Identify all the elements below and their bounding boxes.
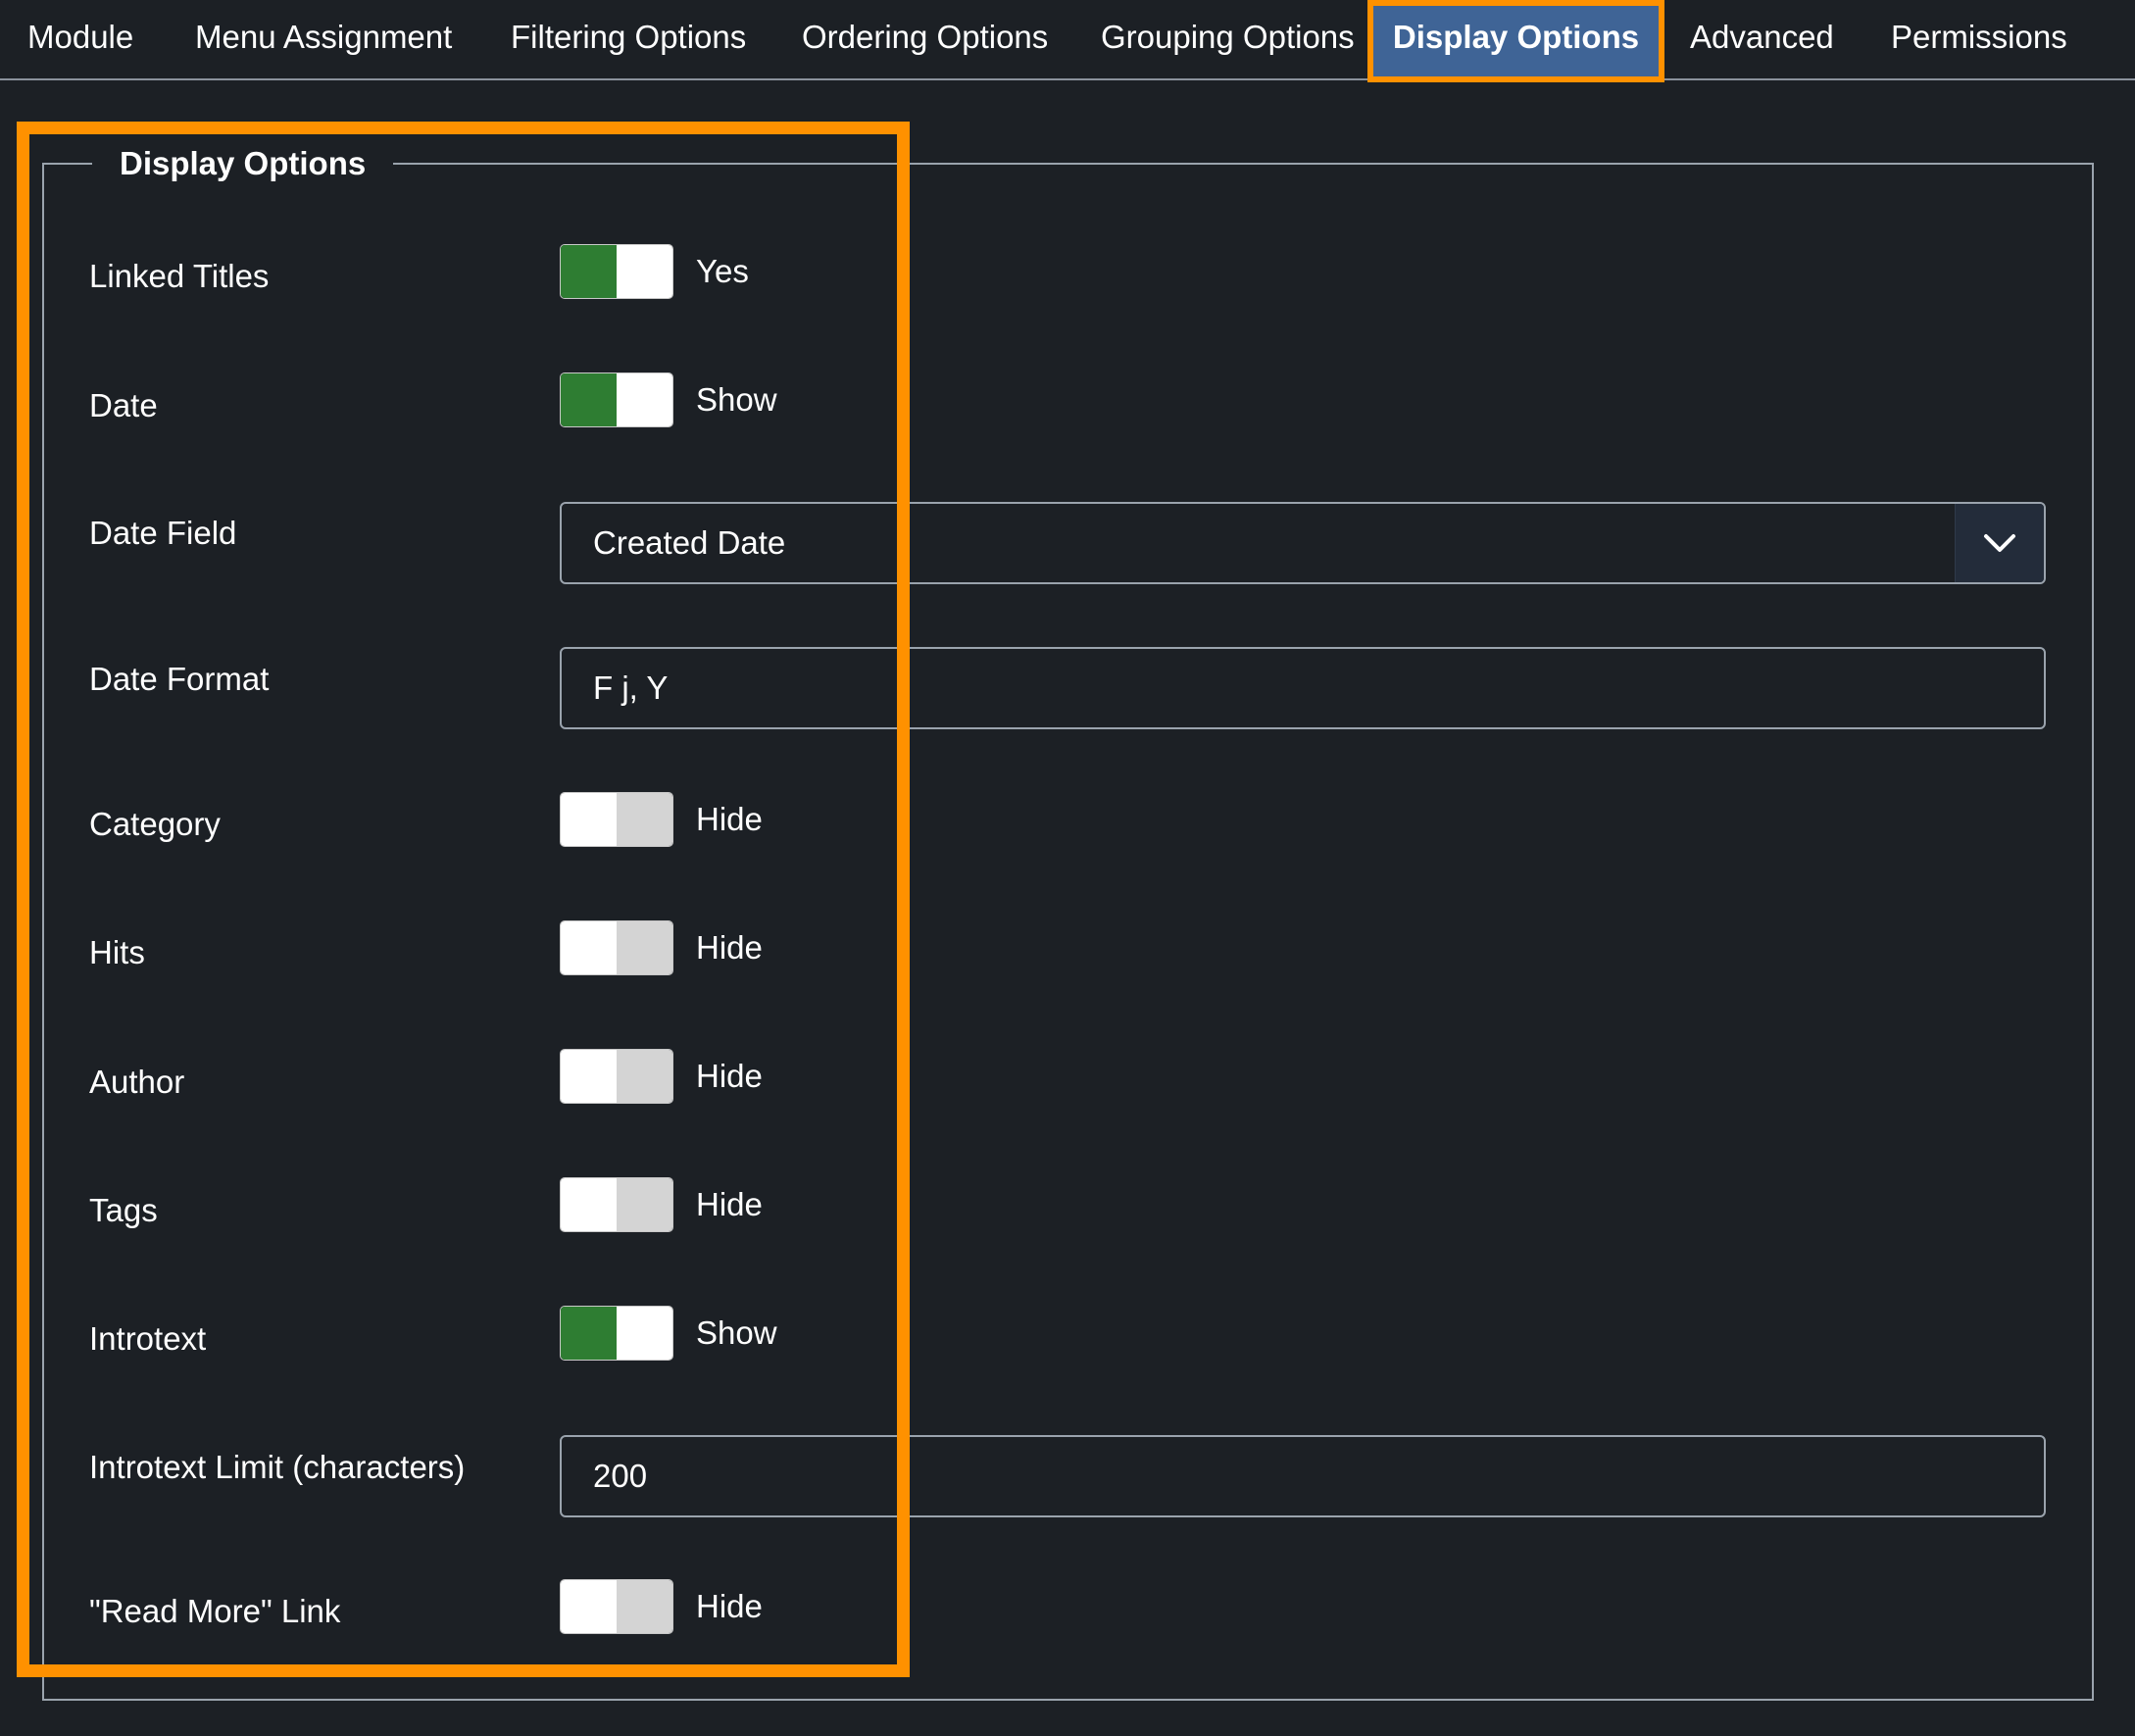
introtext-limit-label: Introtext Limit (characters) [89, 1449, 466, 1485]
date-field-selected-value: Created Date [593, 524, 786, 561]
introtext-limit-input[interactable] [560, 1435, 2046, 1517]
tags-toggle[interactable] [560, 1177, 673, 1232]
tags-value: Hide [696, 1186, 763, 1222]
toggle-knob [561, 1050, 617, 1103]
toggle-track [617, 373, 672, 426]
date-field-label: Date Field [89, 515, 237, 551]
toggle-knob [561, 793, 617, 846]
tab-permissions[interactable]: Permissions [1891, 0, 2067, 78]
toggle-knob [561, 1580, 617, 1633]
tags-label: Tags [89, 1192, 158, 1228]
toggle-track [617, 1307, 672, 1360]
tab-menu-assignment[interactable]: Menu Assignment [195, 0, 452, 78]
toggle-track [617, 793, 672, 846]
tab-ordering-options[interactable]: Ordering Options [802, 0, 1048, 78]
author-toggle[interactable] [560, 1049, 673, 1104]
hits-label: Hits [89, 934, 145, 970]
toggle-knob [561, 1307, 617, 1360]
introtext-label: Introtext [89, 1320, 207, 1357]
date-format-label: Date Format [89, 661, 270, 697]
author-label: Author [89, 1064, 185, 1100]
author-value: Hide [696, 1058, 763, 1094]
date-field-select[interactable]: Created Date [560, 502, 2046, 584]
read-more-toggle[interactable] [560, 1579, 673, 1634]
linked-titles-toggle[interactable] [560, 244, 673, 299]
tab-filtering-options[interactable]: Filtering Options [511, 0, 746, 78]
chevron-down-icon[interactable] [1955, 504, 2044, 582]
tab-grouping-options[interactable]: Grouping Options [1101, 0, 1355, 78]
toggle-track [617, 245, 672, 298]
linked-titles-label: Linked Titles [89, 258, 270, 294]
category-label: Category [89, 806, 221, 842]
category-toggle[interactable] [560, 792, 673, 847]
linked-titles-value: Yes [696, 253, 749, 289]
date-format-input[interactable] [560, 647, 2046, 729]
date-toggle[interactable] [560, 372, 673, 427]
tab-bar: Module Menu Assignment Filtering Options… [0, 0, 2135, 80]
read-more-value: Hide [696, 1588, 763, 1624]
read-more-label: "Read More" Link [89, 1593, 341, 1629]
tab-module[interactable]: Module [27, 0, 133, 78]
hits-value: Hide [696, 929, 763, 966]
introtext-value: Show [696, 1314, 777, 1351]
toggle-track [617, 1178, 672, 1231]
toggle-knob [561, 921, 617, 974]
date-value: Show [696, 381, 777, 418]
category-value: Hide [696, 801, 763, 837]
tab-display-options[interactable]: Display Options [1373, 0, 1659, 78]
toggle-track [617, 1050, 672, 1103]
fieldset-legend: Display Options [92, 141, 394, 186]
date-label: Date [89, 387, 158, 423]
toggle-knob [561, 373, 617, 426]
toggle-track [617, 1580, 672, 1633]
hits-toggle[interactable] [560, 920, 673, 975]
toggle-knob [561, 245, 617, 298]
tab-advanced[interactable]: Advanced [1690, 0, 1834, 78]
toggle-track [617, 921, 672, 974]
toggle-knob [561, 1178, 617, 1231]
introtext-toggle[interactable] [560, 1306, 673, 1361]
